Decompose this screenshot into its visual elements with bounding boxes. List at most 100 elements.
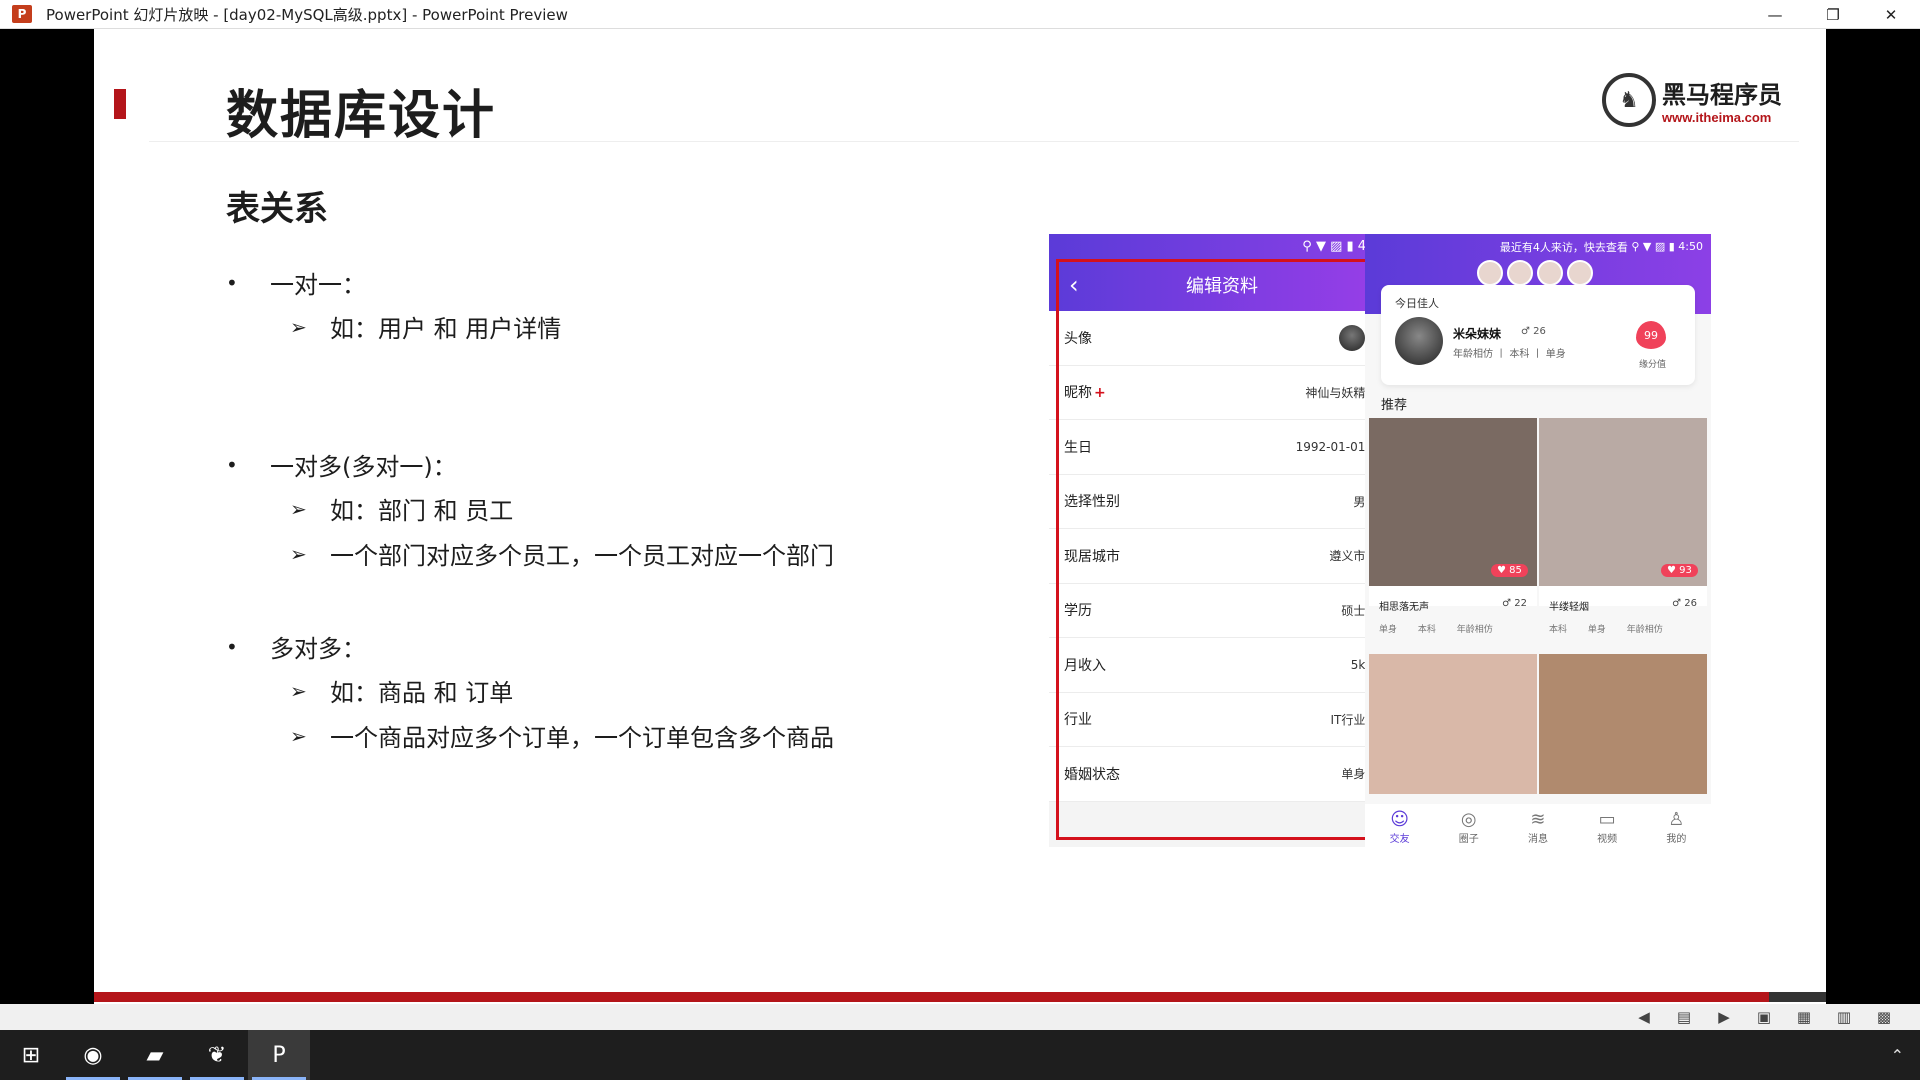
visitors-text: 最近有4人来访，快去查看 bbox=[1499, 240, 1628, 254]
card-tags: 单身 本科 年龄相仿 bbox=[1379, 625, 1493, 635]
title-divider bbox=[149, 141, 1799, 142]
form-row-city: 现居城市 遵义市› bbox=[1049, 529, 1395, 584]
form-row-avatar: 头像 › bbox=[1049, 311, 1395, 366]
slideshow-toolbar: ◀ ▤ ▶ ▣ ▦ ▥ ▩ bbox=[0, 1004, 1920, 1030]
dating-home-screenshot: 最近有4人来访，快去查看 ⚲ ▼ ▨ ▮ 4:50 今日佳人 米朵妹妹 ♂ 26… bbox=[1365, 234, 1711, 851]
reading-view-icon[interactable]: ▥ bbox=[1824, 1008, 1864, 1026]
form-row-education: 学历 硕士› bbox=[1049, 583, 1395, 638]
bullet-dot-icon: • bbox=[226, 634, 238, 659]
slide-sorter-icon[interactable]: ▦ bbox=[1784, 1008, 1824, 1026]
form-row-nickname: 昵称+ 神仙与妖精› bbox=[1049, 365, 1395, 420]
powerpoint-app-icon: P bbox=[12, 5, 32, 23]
recommend-card bbox=[1539, 654, 1707, 794]
required-mark: + bbox=[1094, 385, 1106, 402]
normal-view-icon[interactable]: ▣ bbox=[1744, 1008, 1784, 1026]
form-value: 神仙与妖精 bbox=[1305, 385, 1366, 400]
heart-badge: ♥ 85 bbox=[1491, 564, 1528, 577]
powerpoint-taskbar-icon[interactable]: P bbox=[248, 1030, 310, 1080]
bullet-item: • 一对一： bbox=[226, 265, 366, 300]
window-titlebar: P PowerPoint 幻灯片放映 - [day02-MySQL高级.pptx… bbox=[0, 0, 1920, 29]
next-slide-icon[interactable]: ▶ bbox=[1704, 1008, 1744, 1026]
restore-button[interactable]: ❐ bbox=[1804, 0, 1862, 29]
form-label: 生日 bbox=[1064, 439, 1092, 456]
today-label: 今日佳人 bbox=[1395, 297, 1439, 310]
today-name: 米朵妹妹 bbox=[1453, 327, 1502, 341]
close-button[interactable]: ✕ bbox=[1862, 0, 1920, 29]
phone-status-bar: 最近有4人来访，快去查看 ⚲ ▼ ▨ ▮ 4:50 bbox=[1365, 234, 1711, 259]
minimize-button[interactable]: — bbox=[1746, 0, 1804, 29]
form-label: 行业 bbox=[1064, 712, 1092, 729]
bullet-dot-icon: • bbox=[226, 452, 238, 477]
edit-profile-title: 编辑资料 bbox=[1186, 276, 1258, 297]
form-value: 1992-01-01 bbox=[1295, 439, 1366, 454]
sub-bullet-item: ➢ 如：商品 和 订单 bbox=[290, 673, 513, 708]
sub-bullet-item: ➢ 一个部门对应多个员工，一个员工对应一个部门 bbox=[290, 536, 834, 571]
sub-bullet-text: 一个部门对应多个员工，一个员工对应一个部门 bbox=[330, 542, 834, 570]
card-tags: 本科 单身 年龄相仿 bbox=[1549, 625, 1663, 635]
app-icon[interactable]: ❦ bbox=[186, 1030, 248, 1080]
form-row-gender: 选择性别 男› bbox=[1049, 474, 1395, 529]
status-icons: ⚲ ▼ ▨ ▮ bbox=[1302, 239, 1358, 254]
visitor-avatar bbox=[1507, 260, 1533, 286]
tab-video: ▭ 视频 bbox=[1597, 809, 1618, 846]
form-row-income: 月收入 5k› bbox=[1049, 638, 1395, 693]
form-value: 单身 bbox=[1341, 767, 1366, 782]
file-explorer-icon[interactable]: ▰ bbox=[124, 1030, 186, 1080]
sub-bullet-text: 如：部门 和 员工 bbox=[330, 497, 514, 525]
chrome-icon[interactable]: ◉ bbox=[62, 1030, 124, 1080]
status-icons: ⚲ ▼ ▨ ▮ bbox=[1627, 240, 1679, 253]
sub-bullet-text: 如：商品 和 订单 bbox=[330, 679, 514, 707]
form-label: 学历 bbox=[1064, 603, 1092, 620]
bottom-tabbar: ☺ 交友 ◎ 圈子 ≋ 消息 ▭ 视频 ♙ 我的 bbox=[1365, 804, 1711, 851]
heart-badge: ♥ 93 bbox=[1661, 564, 1698, 577]
photo bbox=[1369, 418, 1537, 586]
windows-taskbar: ⊞ ◉ ▰ ❦ P ⌃ bbox=[0, 1030, 1920, 1080]
form-row-industry: 行业 IT行业› bbox=[1049, 692, 1395, 747]
tab-friends: ☺ 交友 bbox=[1389, 809, 1410, 846]
today-best-card: 今日佳人 米朵妹妹 ♂ 26 年龄相仿 丨 本科 丨 单身 99 缘分值 bbox=[1381, 285, 1695, 385]
slide-list-icon[interactable]: ▤ bbox=[1664, 1008, 1704, 1026]
avatar bbox=[1395, 317, 1443, 365]
slideshow-view-icon[interactable]: ▩ bbox=[1864, 1008, 1904, 1026]
tab-circle: ◎ 圈子 bbox=[1458, 809, 1479, 846]
slide[interactable]: 数据库设计 ♞ 黑马程序员 www.itheima.com 表关系 • 一对一：… bbox=[94, 29, 1826, 1004]
recommend-card: ♥ 85 相思落无声 ♂ 22 单身 本科 年龄相仿 bbox=[1369, 418, 1537, 635]
back-arrow-icon: ‹ bbox=[1069, 271, 1079, 299]
visitor-avatar bbox=[1477, 260, 1503, 286]
bullet-text: 多对多： bbox=[270, 635, 366, 663]
photo bbox=[1539, 418, 1707, 586]
form-label: 婚姻状态 bbox=[1064, 766, 1120, 783]
recommend-card: ♥ 93 半缕轻烟 ♂ 26 本科 单身 年龄相仿 bbox=[1539, 418, 1707, 635]
form-label: 现居城市 bbox=[1064, 548, 1120, 565]
bullet-dot-icon: • bbox=[226, 270, 238, 295]
video-icon: ▭ bbox=[1598, 809, 1616, 830]
form-row-birthday: 生日 1992-01-01› bbox=[1049, 420, 1395, 475]
circle-icon: ◎ bbox=[1460, 809, 1477, 830]
arrow-bullet-icon: ➢ bbox=[290, 541, 307, 566]
slide-progress-bar[interactable] bbox=[94, 992, 1826, 1002]
start-button[interactable]: ⊞ bbox=[0, 1030, 62, 1080]
form-value: 男 bbox=[1353, 494, 1366, 509]
visitor-avatar bbox=[1567, 260, 1593, 286]
form-label: 月收入 bbox=[1064, 657, 1106, 674]
title-accent-bar bbox=[114, 89, 126, 119]
form-label: 昵称 bbox=[1064, 385, 1092, 402]
slideshow-stage: 数据库设计 ♞ 黑马程序员 www.itheima.com 表关系 • 一对一：… bbox=[0, 29, 1920, 1004]
arrow-bullet-icon: ➢ bbox=[290, 496, 307, 521]
form-value: IT行业 bbox=[1330, 712, 1366, 727]
tray-expand-icon[interactable]: ⌃ bbox=[1891, 1046, 1904, 1065]
form-label: 选择性别 bbox=[1064, 494, 1120, 511]
avatar bbox=[1339, 324, 1366, 351]
edit-profile-screenshot: ⚲ ▼ ▨ ▮ 4:52 ‹ 编辑资料 头像 › 昵称+ 神仙与妖精› 生日 1… bbox=[1049, 234, 1395, 847]
sub-bullet-text: 一个商品对应多个订单，一个订单包含多个商品 bbox=[330, 724, 834, 752]
brand-logo: ♞ 黑马程序员 www.itheima.com bbox=[1602, 73, 1782, 127]
arrow-bullet-icon: ➢ bbox=[290, 723, 307, 748]
sub-bullet-item: ➢ 如：部门 和 员工 bbox=[290, 491, 513, 526]
tab-messages: ≋ 消息 bbox=[1527, 809, 1548, 846]
today-tags: 年龄相仿 丨 本科 丨 单身 bbox=[1453, 349, 1566, 360]
sub-bullet-item: ➢ 一个商品对应多个订单，一个订单包含多个商品 bbox=[290, 718, 834, 753]
previous-slide-icon[interactable]: ◀ bbox=[1624, 1008, 1664, 1026]
user-icon: ♙ bbox=[1668, 809, 1685, 830]
window-title: PowerPoint 幻灯片放映 - [day02-MySQL高级.pptx] … bbox=[46, 5, 568, 24]
form-value: 5k bbox=[1350, 657, 1366, 672]
